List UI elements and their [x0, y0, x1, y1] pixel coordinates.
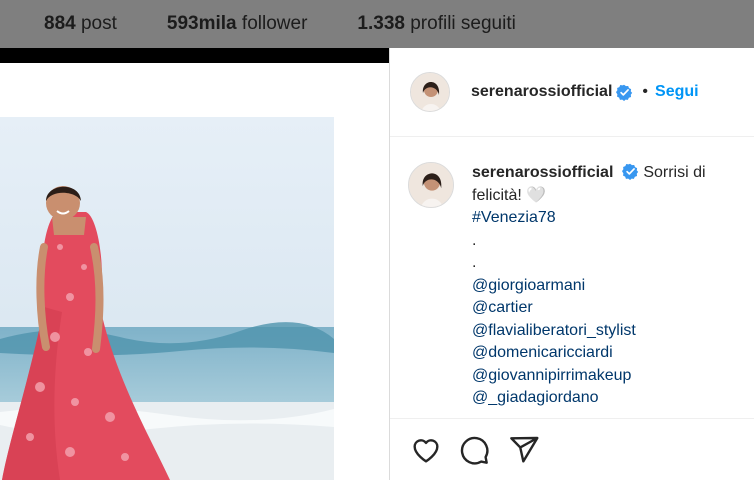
verified-badge-icon: [616, 84, 633, 101]
posts-stat: 884 post: [44, 13, 117, 34]
post-modal: serenarossiofficial • Segui serenarossio…: [0, 48, 754, 480]
mention-link[interactable]: @_giadagiordano: [472, 387, 737, 410]
caption-comment: serenarossiofficial Sorrisi di felicità!…: [408, 162, 737, 410]
post-header: serenarossiofficial • Segui: [390, 48, 754, 137]
hashtag-link[interactable]: #Venezia78: [472, 207, 737, 230]
post-actions: [390, 418, 754, 480]
photo-illustration: [0, 117, 334, 480]
avatar-image: [411, 73, 449, 111]
caption-verified-badge-icon: [621, 163, 639, 180]
post-username[interactable]: serenarossiofficial: [471, 83, 612, 101]
mention-link[interactable]: @flavialiberatori_stylist: [472, 320, 737, 343]
caption-dot: .: [472, 231, 477, 249]
caption-text: serenarossiofficial Sorrisi di felicità!…: [472, 162, 737, 410]
post-sidebar: serenarossiofficial • Segui serenarossio…: [389, 48, 754, 480]
post-media: [0, 63, 389, 480]
heart-icon[interactable]: [410, 434, 442, 466]
post-photo[interactable]: [0, 117, 334, 480]
comments-section: serenarossiofficial Sorrisi di felicità!…: [390, 138, 754, 418]
mention-link[interactable]: @giovannipirrimakeup: [472, 365, 737, 388]
paper-plane-icon[interactable]: [508, 434, 540, 466]
comment-bubble-icon[interactable]: [458, 434, 490, 466]
caption-dot: .: [472, 254, 477, 271]
caption-username[interactable]: serenarossiofficial: [472, 164, 613, 181]
modal-top-edge: [0, 48, 389, 63]
followers-stat[interactable]: 593mila follower: [167, 13, 308, 35]
caption-avatar-image: [409, 163, 453, 207]
mention-link[interactable]: @giorgioarmani: [472, 275, 737, 298]
follow-button[interactable]: Segui: [655, 83, 699, 101]
mention-link[interactable]: @domenicaricciardi: [472, 342, 737, 365]
avatar[interactable]: [410, 72, 450, 112]
header-separator: •: [642, 83, 649, 100]
mention-link[interactable]: @cartier: [472, 297, 737, 320]
profile-stats-bar: 884 post 593mila follower 1.338 profili …: [0, 0, 754, 48]
caption-avatar[interactable]: [408, 162, 454, 208]
following-stat[interactable]: 1.338 profili seguiti: [357, 13, 515, 35]
